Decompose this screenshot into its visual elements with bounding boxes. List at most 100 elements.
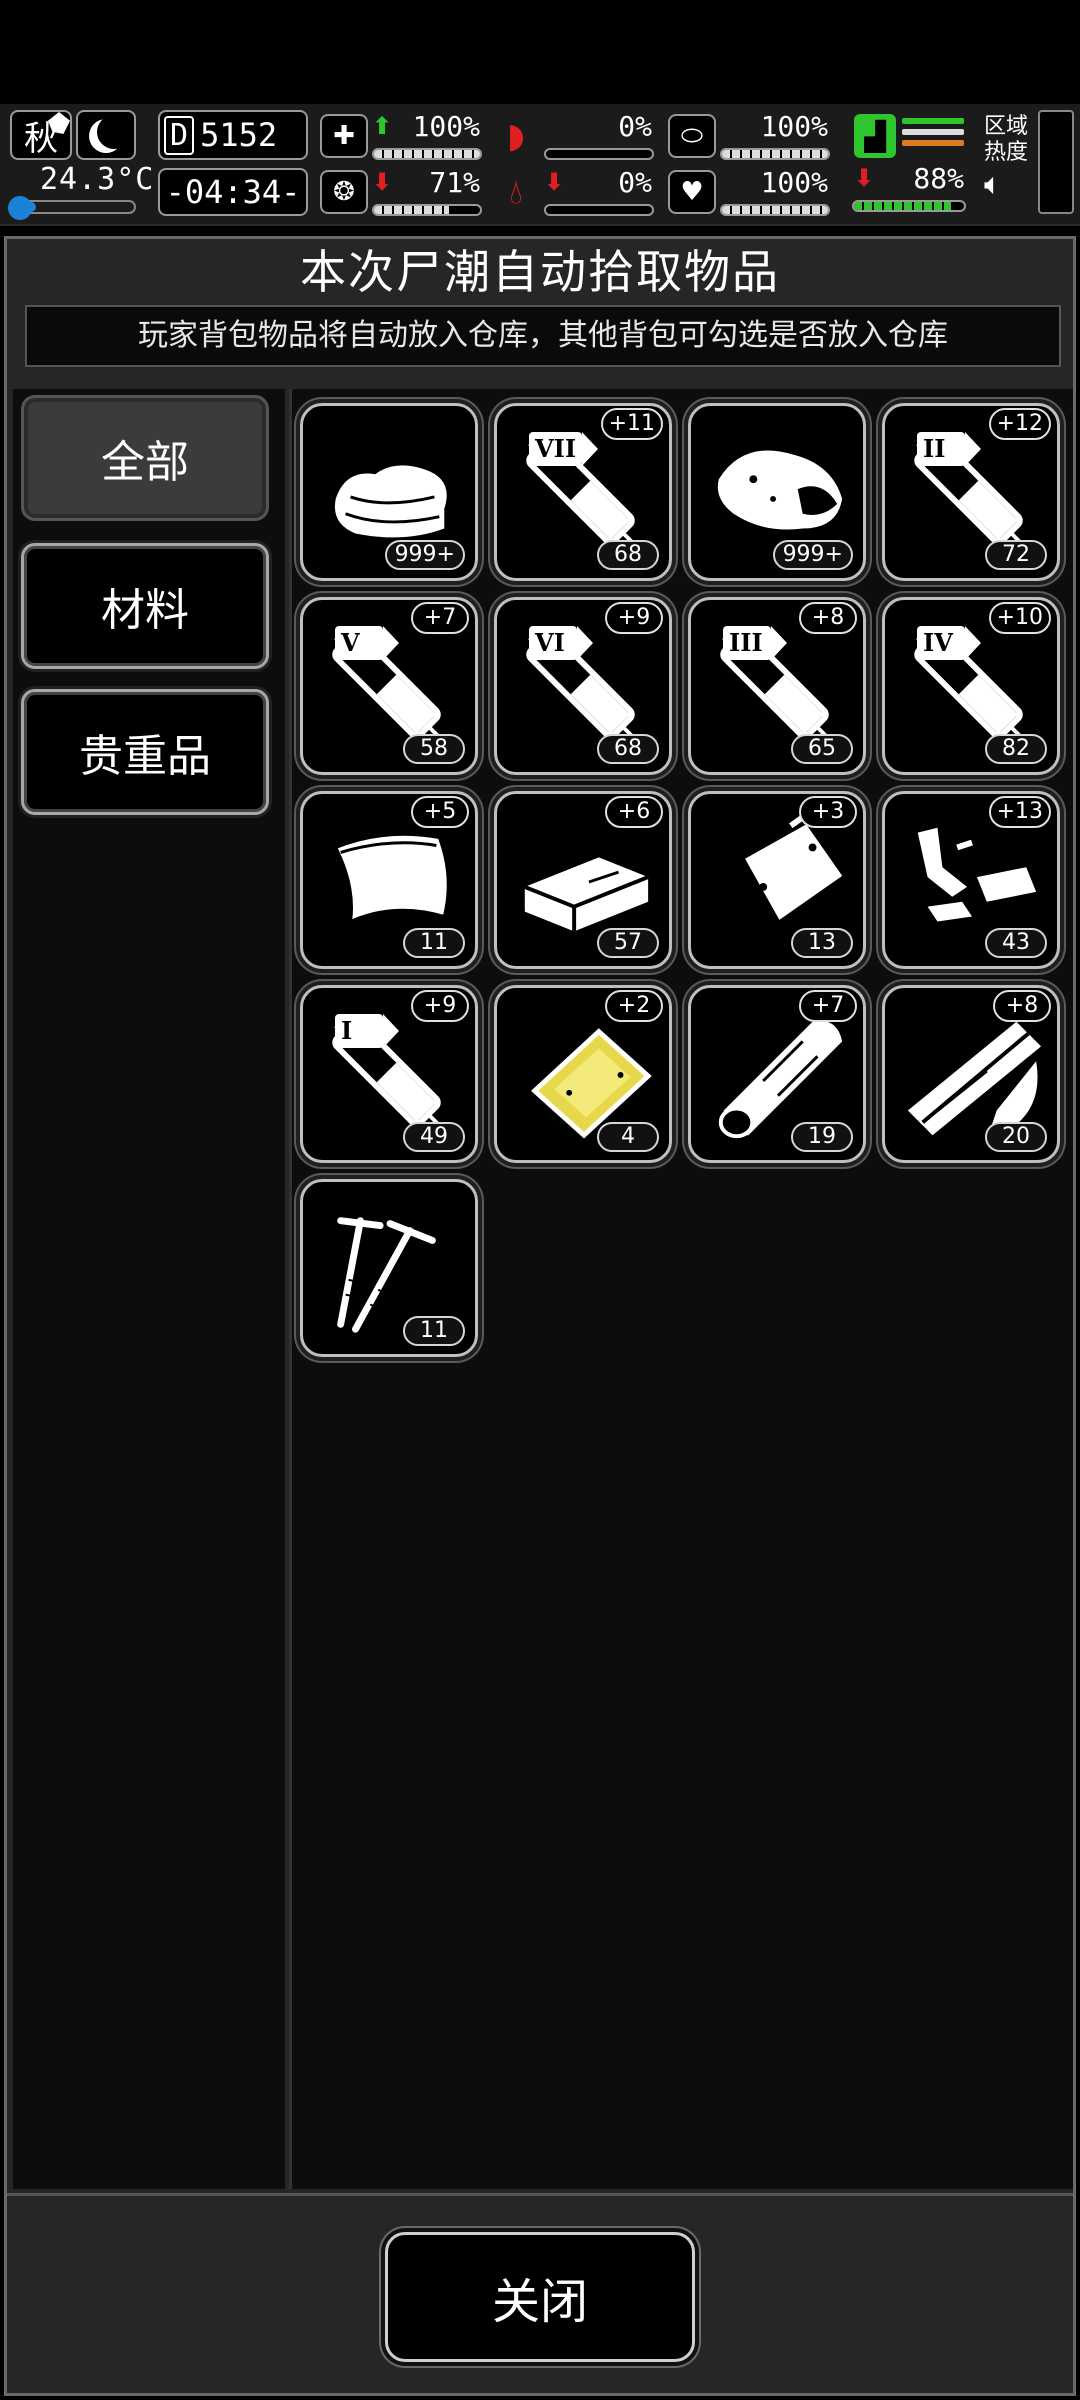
item-slot[interactable]: VII +11 68 — [494, 403, 672, 581]
item-tier-label: III — [723, 626, 787, 660]
item-slot[interactable]: III +8 65 — [688, 597, 866, 775]
item-count: 65 — [791, 734, 853, 764]
item-slot[interactable]: 999+ — [688, 403, 866, 581]
item-bonus-badge: +8 — [799, 602, 857, 634]
stat-bar — [372, 204, 482, 216]
item-bonus-badge: +13 — [988, 796, 1051, 828]
item-slot[interactable]: +13 43 — [882, 791, 1060, 969]
item-count: 68 — [597, 540, 659, 570]
stat-value: 0% — [618, 166, 652, 199]
stat-bar — [372, 148, 482, 160]
item-count: 11 — [403, 1316, 465, 1346]
item-grid-area: 999+ VII +11 68 999+ II +12 72 V +7 58 VI +9 68 III +8 6… — [289, 389, 1073, 2189]
stat-stomach: ◗ 0% — [492, 110, 656, 162]
region-heat-meter — [1038, 110, 1074, 214]
region-heat[interactable]: 区域热度 🔈︎ — [984, 114, 1034, 200]
item-bonus-badge: +6 — [605, 796, 663, 828]
item-count: 11 — [403, 928, 465, 958]
item-grid: 999+ VII +11 68 999+ II +12 72 V +7 58 VI +9 68 III +8 6… — [300, 403, 1060, 1357]
blood-drop-icon: 💧︎ — [509, 172, 523, 212]
tab-materials-label: 材料 — [101, 585, 189, 636]
item-tier-label: V — [335, 626, 399, 660]
item-count: 4 — [597, 1122, 659, 1152]
temperature-bar — [8, 196, 136, 220]
item-count: 58 — [403, 734, 465, 764]
item-slot[interactable]: V +7 58 — [300, 597, 478, 775]
item-slot[interactable]: 11 — [300, 1179, 478, 1357]
stat-medkit: ✚ ⬆ 100% — [320, 110, 484, 162]
day-letter: D — [164, 115, 195, 155]
tab-valuables-label: 贵重品 — [79, 731, 211, 782]
stamina-value: 88% — [913, 162, 964, 195]
close-button[interactable]: 关闭 — [385, 2232, 695, 2362]
stamina-stat: ▟ ⬇ 88% — [852, 110, 968, 214]
panel-title: 本次尸潮自动拾取物品 — [300, 245, 780, 299]
item-slot[interactable]: +6 57 — [494, 791, 672, 969]
game-clock: -04:34- — [158, 168, 308, 216]
brain-icon: ❂ — [320, 170, 368, 214]
tab-all-label: 全部 — [101, 437, 189, 488]
item-bonus-badge: +8 — [993, 990, 1051, 1022]
item-bonus-badge: +11 — [600, 408, 663, 440]
category-sidebar: 全部 材料 贵重品 — [13, 389, 285, 2189]
speaker-icon[interactable]: 🔈︎ — [984, 170, 1034, 200]
item-count: 999+ — [384, 540, 465, 570]
close-button-label: 关闭 — [491, 2274, 588, 2330]
day-counter: D 5152 — [158, 110, 308, 160]
item-slot[interactable]: IV +10 82 — [882, 597, 1060, 775]
item-bonus-badge: +9 — [411, 990, 469, 1022]
stat-capsule: ⬭ 100% — [668, 110, 832, 162]
item-bonus-badge: +7 — [411, 602, 469, 634]
stat-blood-drop: 💧︎ ⬇ 0% — [492, 166, 656, 218]
item-slot[interactable]: 999+ — [300, 403, 478, 581]
item-tier-label: I — [335, 1014, 399, 1048]
medkit-icon: ✚ — [320, 114, 368, 158]
panel-subtitle: 玩家背包物品将自动放入仓库，其他背包可勾选是否放入仓库 — [25, 305, 1061, 367]
heart-icon: ♥ — [668, 170, 716, 214]
stat-heart: ♥ 100% — [668, 166, 832, 218]
stomach-icon: ◗ — [507, 116, 525, 156]
item-tier-label: II — [917, 432, 981, 466]
stat-brain: ❂ ⬇ 71% — [320, 166, 484, 218]
tab-materials[interactable]: 材料 — [21, 543, 269, 669]
stat-bar — [720, 204, 830, 216]
moon-icon — [76, 110, 136, 160]
region-heat-label: 区域热度 — [984, 114, 1029, 165]
item-count: 57 — [597, 928, 659, 958]
item-count: 72 — [985, 540, 1047, 570]
item-slot[interactable]: +3 13 — [688, 791, 866, 969]
item-bonus-badge: +5 — [411, 796, 469, 828]
panel-footer: 关闭 — [7, 2193, 1073, 2393]
item-bonus-badge: +10 — [988, 602, 1051, 634]
item-slot[interactable]: +5 11 — [300, 791, 478, 969]
stat-value: 0% — [618, 110, 652, 143]
item-count: 19 — [791, 1122, 853, 1152]
stat-bar — [544, 148, 654, 160]
item-count: 20 — [985, 1122, 1047, 1152]
item-slot[interactable]: +8 20 — [882, 985, 1060, 1163]
item-count: 68 — [597, 734, 659, 764]
item-tier-label: VI — [529, 626, 593, 660]
item-slot[interactable]: I +9 49 — [300, 985, 478, 1163]
season-indicator: 秋 — [10, 110, 72, 160]
item-slot[interactable]: VI +9 68 — [494, 597, 672, 775]
item-count: 82 — [985, 734, 1047, 764]
day-number: 5152 — [200, 116, 278, 154]
capsule-icon: ⬭ — [668, 114, 716, 158]
thermometer-icon — [8, 196, 32, 220]
auto-loot-panel: 本次尸潮自动拾取物品 玩家背包物品将自动放入仓库，其他背包可勾选是否放入仓库 全… — [4, 236, 1076, 2396]
stat-value: 100% — [412, 110, 480, 143]
tab-valuables[interactable]: 贵重品 — [21, 689, 269, 815]
stamina-stripes — [902, 118, 964, 154]
stat-bar — [544, 204, 654, 216]
item-slot[interactable]: +2 4 — [494, 985, 672, 1163]
status-bar: 秋 24.3°C D 5152 -04:34- ✚ ⬆ 100% ◗ 0% ⬭ 100% ❂ ⬇… — [0, 104, 1080, 226]
item-slot[interactable]: II +12 72 — [882, 403, 1060, 581]
tab-all[interactable]: 全部 — [21, 395, 269, 521]
item-tier-label: IV — [917, 626, 981, 660]
down-arrow-icon: ⬇ — [854, 164, 875, 192]
boot-icon: ▟ — [854, 114, 896, 158]
item-slot[interactable]: +7 19 — [688, 985, 866, 1163]
stat-value: 100% — [760, 110, 828, 143]
item-tier-label: VII — [529, 432, 599, 466]
